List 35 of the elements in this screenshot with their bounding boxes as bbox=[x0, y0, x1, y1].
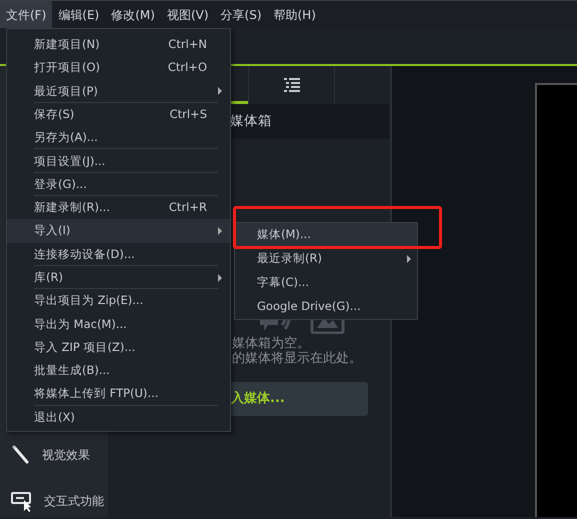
menu-item[interactable]: 打开项目(O) Ctrl+O bbox=[7, 56, 230, 80]
menu-item[interactable]: 修改(M) bbox=[105, 1, 161, 28]
sidebar-item[interactable]: 视觉效果 bbox=[42, 446, 90, 464]
menu-item[interactable]: 新建项目(N) Ctrl+N bbox=[7, 33, 230, 56]
submenu-arrow-icon bbox=[218, 274, 222, 282]
menu-item[interactable]: 文件(F) bbox=[0, 1, 52, 28]
menu-item[interactable]: 新建录制(R)... Ctrl+R bbox=[7, 196, 230, 220]
submenu-arrow-icon bbox=[218, 87, 222, 96]
menu-item[interactable]: 媒体(M)... bbox=[235, 223, 417, 247]
menu-item[interactable]: Google Drive(G)... bbox=[235, 295, 417, 319]
shortcut-text: Ctrl+S bbox=[170, 106, 208, 123]
shortcut-text: Ctrl+N bbox=[168, 36, 208, 54]
menu-item[interactable]: 视图(V) bbox=[160, 1, 215, 28]
menu-item[interactable]: 字幕(C)... bbox=[235, 271, 417, 295]
submenu-arrow-icon bbox=[407, 255, 411, 263]
sidebar-item[interactable]: 交互式功能 bbox=[44, 492, 104, 510]
menu-item[interactable]: 最近录制(R) bbox=[235, 247, 417, 271]
menu-item[interactable]: 分享(S) bbox=[214, 1, 268, 28]
menu-item[interactable]: 导入 ZIP 项目(Z)... bbox=[7, 336, 230, 360]
shortcut-text: Ctrl+O bbox=[168, 59, 208, 76]
menu-item[interactable]: 导入(I) bbox=[7, 219, 230, 243]
empty-message: 媒体箱为空。 bbox=[232, 336, 310, 351]
menu-item[interactable]: 导出为 Mac(M)... bbox=[7, 312, 230, 336]
menu-item[interactable]: 帮助(H) bbox=[268, 1, 322, 28]
menu-item[interactable]: 批量生成(B)... bbox=[7, 359, 230, 382]
menu-item[interactable]: 导出项目为 Zip(E)... bbox=[7, 289, 230, 313]
submenu-arrow-icon bbox=[218, 227, 222, 236]
list-icon[interactable] bbox=[284, 78, 300, 92]
menu-item[interactable]: 保存(S) Ctrl+S bbox=[7, 102, 230, 126]
shortcut-text: Ctrl+R bbox=[168, 199, 208, 216]
image-icon bbox=[310, 319, 345, 334]
empty-message: 的媒体将显示在此处。 bbox=[232, 351, 362, 366]
pointer-on-screen-icon[interactable] bbox=[10, 490, 34, 512]
menu-item[interactable]: 编辑(E) bbox=[52, 1, 106, 28]
panel-title: 媒体箱 bbox=[230, 112, 272, 132]
